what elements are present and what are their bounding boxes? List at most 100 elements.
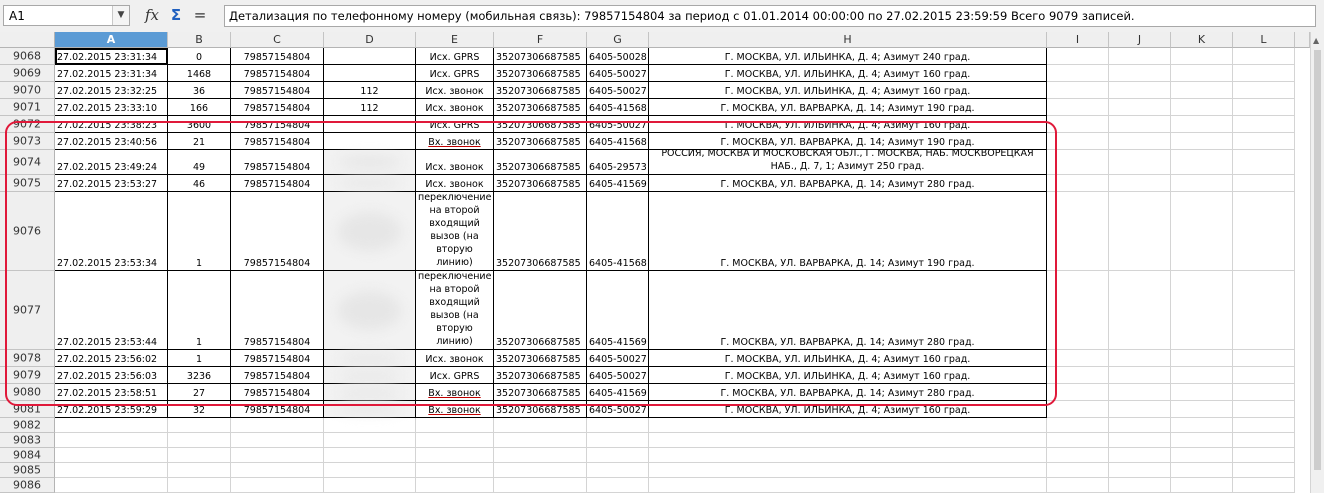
cell-h[interactable]: Г. МОСКВА, УЛ. ВАРВАРКА, Д. 14; Азимут 1… [649,133,1047,150]
redacted-cell[interactable] [324,175,416,192]
empty-cell[interactable] [1109,418,1171,433]
cell-g[interactable]: 6405-50027 [587,116,649,133]
empty-cell[interactable] [1047,271,1109,350]
empty-cell[interactable] [168,448,231,463]
empty-cell[interactable] [1109,48,1171,65]
cell-c[interactable]: 79857154804 [231,116,324,133]
redacted-cell[interactable] [324,384,416,401]
cell-c[interactable]: 79857154804 [231,271,324,350]
cell-h[interactable]: Г. МОСКВА, УЛ. ИЛЬИНКА, Д. 4; Азимут 160… [649,367,1047,384]
column-header-b[interactable]: B [168,32,231,48]
cell-c[interactable]: 79857154804 [231,384,324,401]
cell-a[interactable]: 27.02.2015 23:33:10 [55,99,168,116]
cell-g[interactable]: 6405-41568 [587,133,649,150]
empty-cell[interactable] [1109,99,1171,116]
cell-f[interactable]: 35207306687585 [494,271,587,350]
empty-cell[interactable] [494,448,587,463]
empty-cell[interactable] [1047,192,1109,271]
cell-e[interactable]: Вх. звонок [416,384,494,401]
cell-c[interactable]: 79857154804 [231,65,324,82]
cell-b[interactable]: 32 [168,401,231,418]
empty-cell[interactable] [587,448,649,463]
cell-b[interactable]: 166 [168,99,231,116]
empty-cell[interactable] [587,433,649,448]
empty-cell[interactable] [1047,433,1109,448]
cell-e[interactable]: Исх. GPRS [416,367,494,384]
empty-cell[interactable] [649,433,1047,448]
empty-cell[interactable] [168,463,231,478]
empty-cell[interactable] [1171,350,1233,367]
cell-g[interactable]: 6405-41569 [587,271,649,350]
cell-d[interactable] [324,48,416,65]
empty-cell[interactable] [324,433,416,448]
cell-e[interactable]: Исх. GPRS [416,65,494,82]
cell-g[interactable]: 6405-50028 [587,48,649,65]
cell-e[interactable]: Вх. звонок [416,401,494,418]
empty-cell[interactable] [1233,367,1295,384]
cell-b[interactable]: 1468 [168,65,231,82]
empty-cell[interactable] [1171,271,1233,350]
empty-cell[interactable] [1233,150,1295,175]
row-header[interactable]: 9086 [0,478,55,493]
column-header-l[interactable]: L [1233,32,1295,48]
empty-cell[interactable] [1109,350,1171,367]
cell-e[interactable]: Исх. звонок [416,82,494,99]
column-header-d[interactable]: D [324,32,416,48]
cell-f[interactable]: 35207306687585 [494,350,587,367]
empty-cell[interactable] [1233,99,1295,116]
cell-g[interactable]: 6405-41569 [587,384,649,401]
empty-cell[interactable] [649,418,1047,433]
empty-cell[interactable] [1109,82,1171,99]
cell-c[interactable]: 79857154804 [231,192,324,271]
scroll-up-icon[interactable]: ▲ [1313,36,1319,45]
cell-a[interactable]: 27.02.2015 23:53:27 [55,175,168,192]
empty-cell[interactable] [1171,192,1233,271]
empty-cell[interactable] [231,448,324,463]
cell-c[interactable]: 79857154804 [231,401,324,418]
cell-b[interactable]: 46 [168,175,231,192]
cell-c[interactable]: 79857154804 [231,367,324,384]
empty-cell[interactable] [1109,367,1171,384]
empty-cell[interactable] [1233,448,1295,463]
row-header[interactable]: 9074 [0,150,55,175]
row-header[interactable]: 9082 [0,418,55,433]
empty-cell[interactable] [1109,150,1171,175]
empty-cell[interactable] [416,418,494,433]
cell-f[interactable]: 35207306687585 [494,65,587,82]
sum-icon[interactable]: Σ [166,5,186,26]
cell-a[interactable]: 27.02.2015 23:31:34 [55,65,168,82]
cell-a[interactable]: 27.02.2015 23:56:03 [55,367,168,384]
empty-cell[interactable] [1171,433,1233,448]
row-header[interactable]: 9071 [0,99,55,116]
empty-cell[interactable] [416,433,494,448]
row-header[interactable]: 9083 [0,433,55,448]
empty-cell[interactable] [324,418,416,433]
cell-g[interactable]: 6405-41568 [587,192,649,271]
empty-cell[interactable] [1233,48,1295,65]
cell-g[interactable]: 6405-50027 [587,401,649,418]
cell-a[interactable]: 27.02.2015 23:38:23 [55,116,168,133]
cell-h[interactable]: Г. МОСКВА, УЛ. ВАРВАРКА, Д. 14; Азимут 2… [649,271,1047,350]
cell-d[interactable]: 112 [324,99,416,116]
empty-cell[interactable] [1233,418,1295,433]
cell-e[interactable]: Исх. переключение на второй входящий выз… [416,271,494,350]
column-header-c[interactable]: C [231,32,324,48]
cell-h[interactable]: Г. МОСКВА, УЛ. ИЛЬИНКА, Д. 4; Азимут 160… [649,82,1047,99]
row-header[interactable]: 9069 [0,65,55,82]
empty-cell[interactable] [1171,384,1233,401]
cell-b[interactable]: 21 [168,133,231,150]
function-wizard-icon[interactable]: 𝑓x [142,5,162,26]
empty-cell[interactable] [1171,401,1233,418]
empty-cell[interactable] [1171,478,1233,493]
column-header-j[interactable]: J [1109,32,1171,48]
cell-b[interactable]: 36 [168,82,231,99]
empty-cell[interactable] [324,478,416,493]
empty-cell[interactable] [1109,192,1171,271]
column-header-k[interactable]: K [1171,32,1233,48]
cell-f[interactable]: 35207306687585 [494,192,587,271]
empty-cell[interactable] [1047,133,1109,150]
empty-cell[interactable] [1233,384,1295,401]
row-header[interactable]: 9077 [0,271,55,350]
cell-g[interactable]: 6405-50027 [587,65,649,82]
cell-b[interactable]: 3236 [168,367,231,384]
